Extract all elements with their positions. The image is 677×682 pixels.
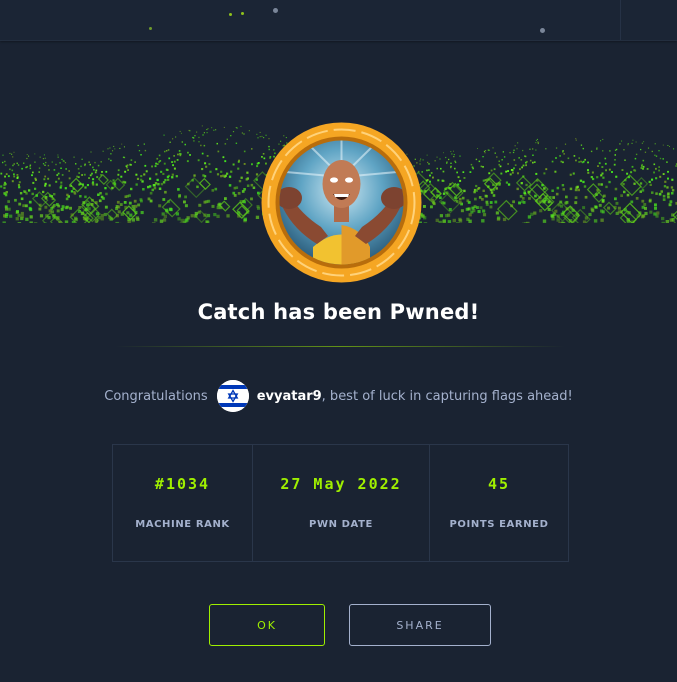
decor-dot (273, 8, 278, 13)
stat-label: PWN DATE (309, 519, 373, 530)
stats-panel: #1034 MACHINE RANK 27 May 2022 PWN DATE … (112, 444, 569, 562)
israel-flag-icon (216, 380, 249, 412)
top-bar-separator (620, 0, 621, 40)
ok-button[interactable]: OK (209, 604, 325, 646)
stat-value: #1034 (154, 475, 211, 493)
stat-pwn-date: 27 May 2022 PWN DATE (252, 445, 429, 561)
title-divider (115, 346, 565, 347)
decor-dot (241, 12, 244, 15)
decor-dot (149, 27, 152, 30)
share-button[interactable]: SHARE (349, 604, 491, 646)
page-title: Catch has been Pwned! (197, 300, 480, 324)
congrats-suffix: , best of luck in capturing flags ahead! (321, 388, 573, 404)
stat-value: 27 May 2022 (280, 475, 402, 493)
stat-label: POINTS EARNED (449, 519, 549, 530)
congrats-prefix: Congratulations (104, 388, 208, 404)
pwned-avatar-icon (261, 122, 422, 283)
stat-machine-rank: #1034 MACHINE RANK (113, 445, 252, 561)
username-link[interactable]: evyatar9 (257, 389, 322, 404)
stat-points-earned: 45 POINTS EARNED (429, 445, 568, 561)
congrats-message: Congratulations evyatar9 , best of luck … (0, 380, 677, 412)
top-bar (0, 0, 677, 41)
decor-dot (229, 13, 232, 16)
stat-value: 45 (487, 475, 511, 493)
decor-dot (540, 28, 545, 33)
stat-label: MACHINE RANK (135, 519, 230, 530)
